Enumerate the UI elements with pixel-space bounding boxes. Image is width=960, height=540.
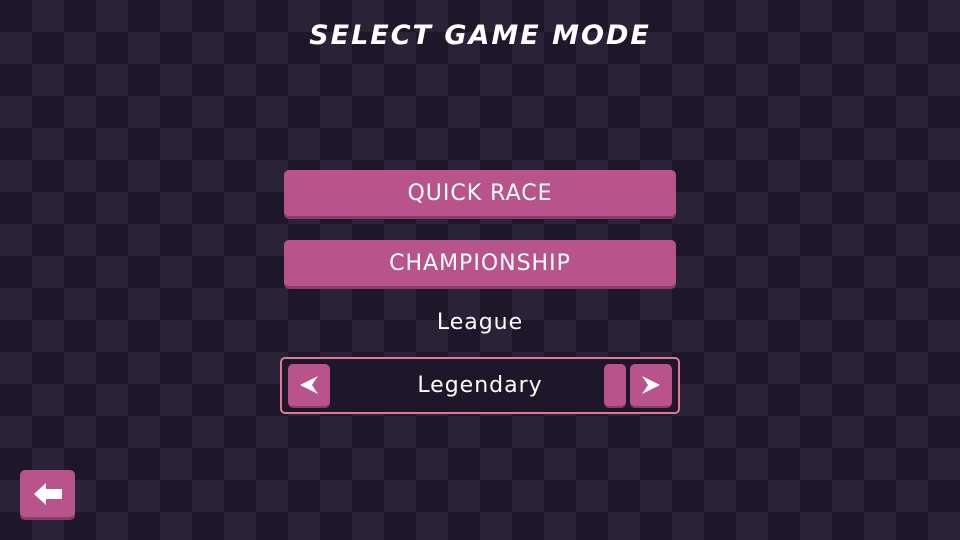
league-next-button[interactable] — [630, 364, 672, 406]
back-button[interactable] — [20, 470, 75, 517]
league-value: Legendary — [417, 373, 543, 398]
league-prev-button[interactable] — [288, 364, 330, 406]
back-arrow-icon — [33, 482, 62, 505]
league-label: League — [436, 310, 524, 335]
selector-tab — [604, 364, 626, 406]
quick-race-button[interactable]: QUICK RACE — [284, 170, 676, 216]
championship-button[interactable]: CHAMPIONSHIP — [284, 240, 676, 286]
page-title: SELECT GAME MODE — [309, 20, 651, 51]
arrow-left-icon — [300, 376, 318, 394]
league-selector: Legendary — [280, 357, 680, 414]
arrow-right-icon — [642, 376, 660, 394]
